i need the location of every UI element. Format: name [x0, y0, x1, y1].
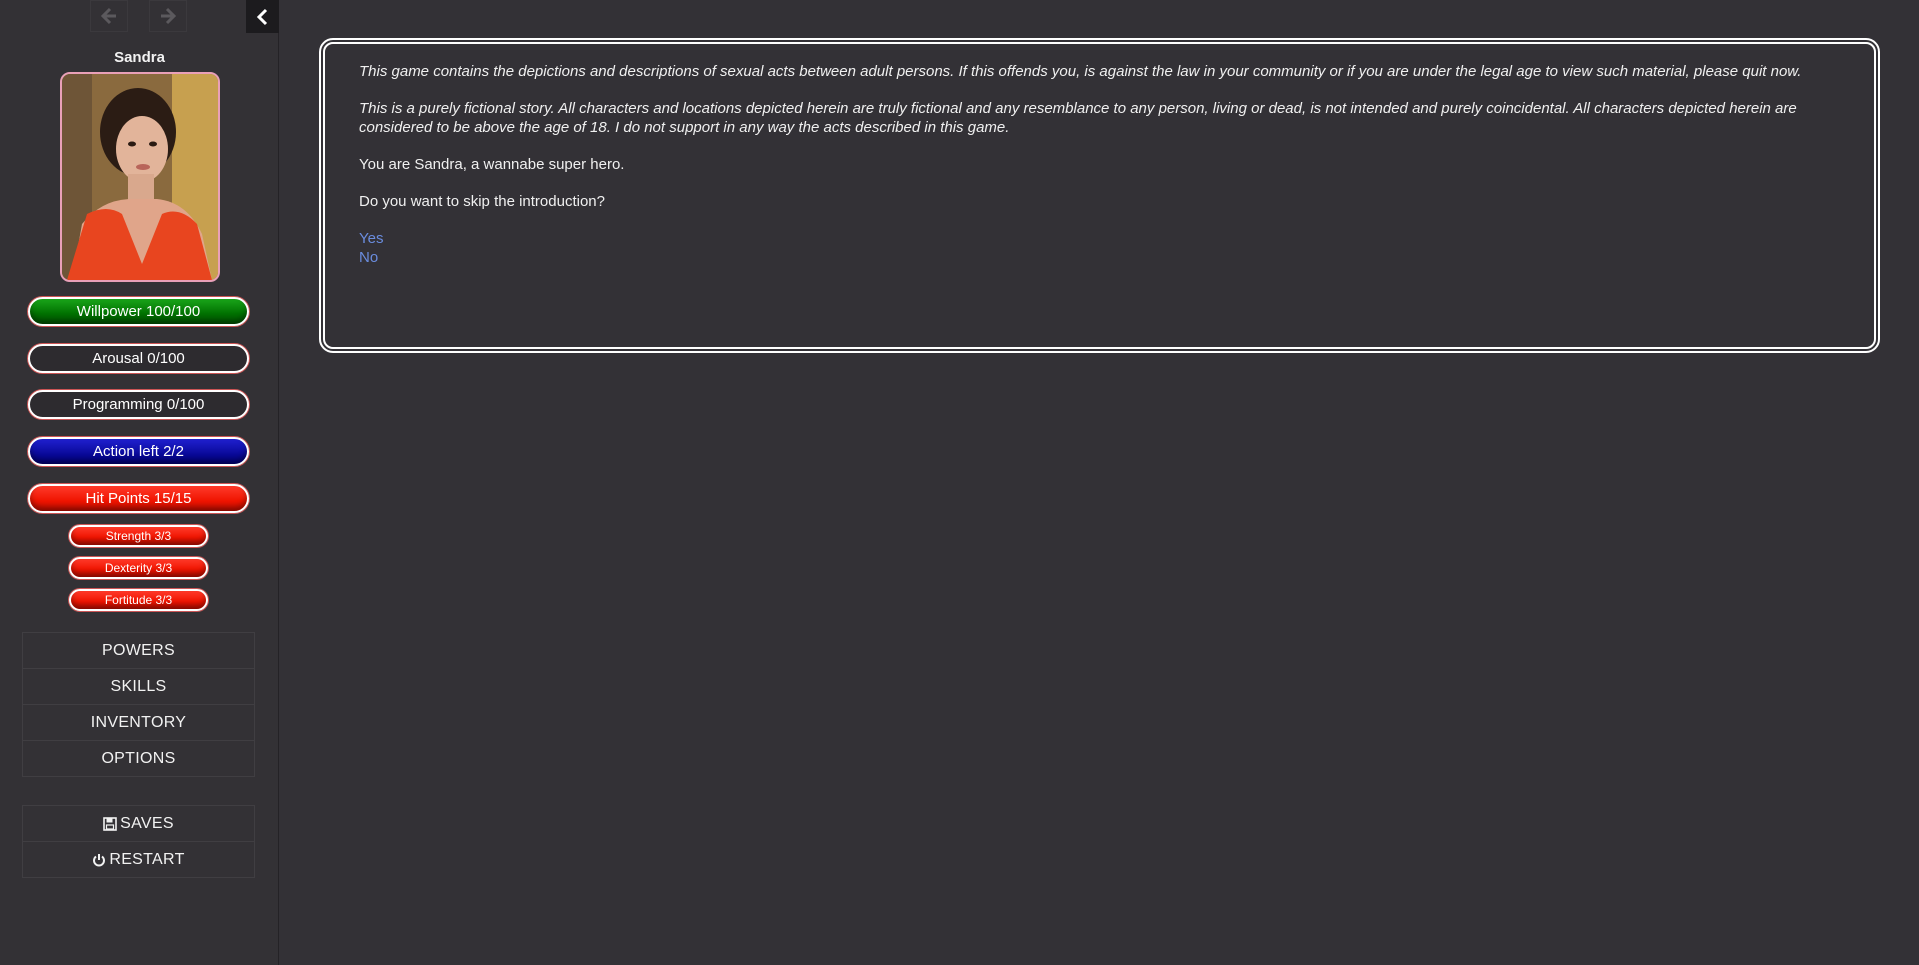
sidebar-collapse-button[interactable] [246, 0, 279, 33]
story-passage: This game contains the depictions and de… [319, 38, 1880, 353]
choice-link-no[interactable]: No [359, 248, 1854, 267]
arrow-right-icon [161, 7, 177, 25]
disclaimer-paragraph-1: This game contains the depictions and de… [359, 63, 1802, 80]
programming-bar: Programming 0/100 [28, 390, 249, 419]
portrait-image [62, 74, 218, 280]
game-menu: POWERS SKILLS INVENTORY OPTIONS [22, 632, 255, 777]
action-left-bar: Action left 2/2 [28, 437, 249, 466]
character-name: Sandra [114, 49, 165, 66]
choice-link-yes[interactable]: Yes [359, 229, 1854, 248]
skip-question: Do you want to skip the introduction? [359, 193, 605, 210]
floppy-disk-icon [103, 816, 117, 831]
dexterity-bar: Dexterity 3/3 [69, 557, 208, 579]
story-sidebar: Sandra Willpower 100/100 Arousal 0/100 P… [0, 0, 279, 965]
restart-button[interactable]: RESTART [23, 842, 254, 877]
history-back-button[interactable] [90, 0, 128, 32]
menu-item-powers[interactable]: POWERS [23, 633, 254, 669]
power-icon [93, 853, 106, 866]
choice-links: Yes No [359, 229, 1854, 267]
disclaimer-paragraph-2: This is a purely fictional story. All ch… [359, 100, 1797, 136]
chevron-left-icon [256, 8, 267, 25]
fortitude-bar: Fortitude 3/3 [69, 589, 208, 611]
intro-text: You are Sandra, a wannabe super hero. [359, 156, 625, 173]
arrow-left-icon [100, 7, 116, 25]
menu-item-skills[interactable]: SKILLS [23, 669, 254, 705]
system-menu: SAVES RESTART [22, 805, 255, 878]
strength-bar: Strength 3/3 [69, 525, 208, 547]
character-portrait [60, 72, 220, 282]
hit-points-bar: Hit Points 15/15 [28, 484, 249, 513]
saves-button[interactable]: SAVES [23, 806, 254, 842]
willpower-bar: Willpower 100/100 [28, 297, 249, 326]
saves-label: SAVES [120, 814, 174, 832]
restart-label: RESTART [109, 850, 185, 868]
arousal-bar: Arousal 0/100 [28, 344, 249, 373]
history-forward-button[interactable] [149, 0, 187, 32]
menu-item-options[interactable]: OPTIONS [23, 741, 254, 776]
menu-item-inventory[interactable]: INVENTORY [23, 705, 254, 741]
